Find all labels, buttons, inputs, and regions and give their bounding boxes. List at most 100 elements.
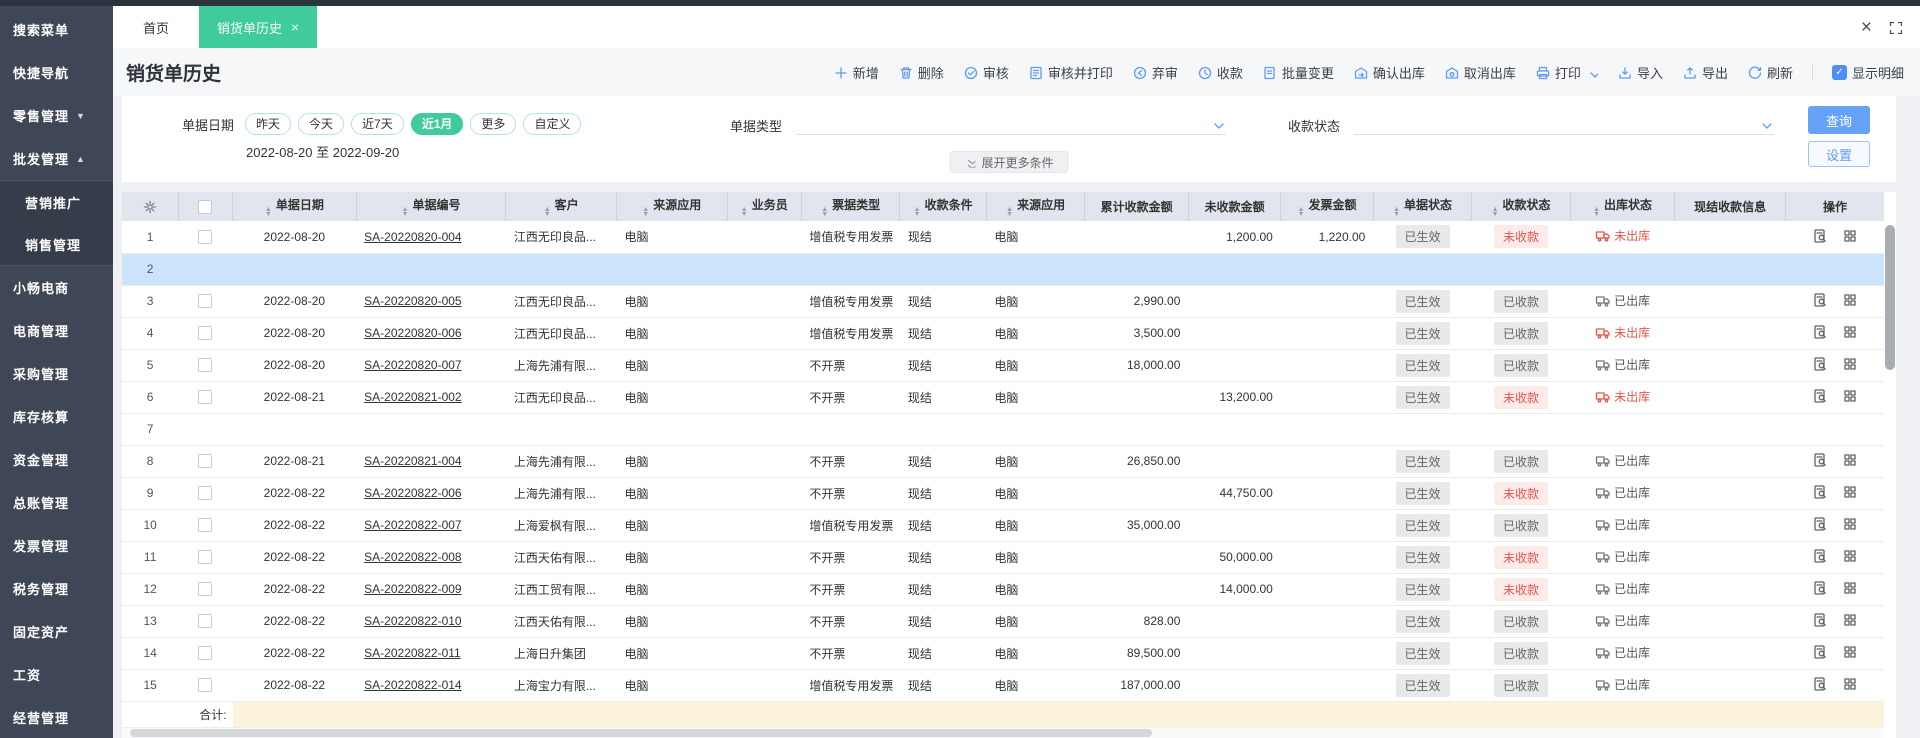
row-checkbox[interactable] [198,518,213,533]
column-header-发票金额[interactable]: ▲ ▼ 发票金额 [1280,192,1374,221]
sort-icon[interactable]: ▲ ▼ [544,206,551,218]
row-checkbox[interactable] [198,326,213,341]
cell-check[interactable] [178,605,233,638]
row-checkbox[interactable] [198,646,213,661]
sidebar-item-销售管理[interactable]: 销售管理 [0,223,113,266]
table-row[interactable]: 4 2022-08-20 SA-20220820-006 江西无印良品... 电脑 增值税… [122,317,1884,350]
row-checkbox[interactable] [198,358,213,373]
sidebar-item-采购管理[interactable]: 采购管理 [0,352,113,395]
doc-number-link[interactable]: SA-20220822-008 [364,550,461,564]
cell-check[interactable] [178,509,233,542]
doc-number-link[interactable]: SA-20220822-014 [364,678,461,692]
grid-actions-icon[interactable] [1842,388,1857,403]
tab-sales-history[interactable]: 销货单历史 × [199,6,318,48]
sidebar-item-小畅电商[interactable]: 小畅电商 [0,266,113,309]
sort-icon[interactable]: ▲ ▼ [741,206,748,218]
toolbar-button-审核[interactable]: 审核 [963,63,1009,82]
column-header-收款条件[interactable]: ▲ ▼ 收款条件 [899,192,987,221]
toolbar-button-确认出库[interactable]: 确认出库 [1353,63,1425,82]
sidebar-item-工资[interactable]: 工资 [0,653,113,696]
fullscreen-icon[interactable] [1888,20,1902,34]
horizontal-scrollbar-thumb[interactable] [130,729,1152,737]
toolbar-button-刷新[interactable]: 刷新 [1747,63,1793,82]
preview-icon[interactable] [1812,484,1827,499]
doc-number-link[interactable]: SA-20220822-006 [364,486,461,500]
horizontal-scrollbar[interactable] [122,727,1884,738]
preview-icon[interactable] [1812,228,1827,243]
row-checkbox[interactable] [198,390,213,405]
preview-icon[interactable] [1812,548,1827,563]
row-checkbox[interactable] [198,550,213,565]
row-checkbox[interactable] [198,582,213,597]
toolbar-button-收款[interactable]: 收款 [1197,63,1243,82]
grid-actions-icon[interactable] [1842,580,1857,595]
gear-icon[interactable] [142,199,157,214]
column-header-gear[interactable] [122,192,179,221]
doc-number-link[interactable]: SA-20220822-009 [364,582,461,596]
table-row[interactable]: 9 2022-08-22 SA-20220822-006 上海先浦有限... 电脑 不开票… [122,477,1884,510]
toolbar-button-导入[interactable]: 导入 [1617,63,1663,82]
sidebar-item-经营管理[interactable]: 经营管理 [0,696,113,738]
sidebar-item-发票管理[interactable]: 发票管理 [0,524,113,567]
doc-number-link[interactable]: SA-20220820-004 [364,230,461,244]
table-row[interactable]: 7 [122,413,1884,446]
doc-number-link[interactable]: SA-20220820-007 [364,358,461,372]
grid-actions-icon[interactable] [1842,452,1857,467]
grid-actions-icon[interactable] [1842,228,1857,243]
cell-check[interactable] [178,285,233,318]
grid-actions-icon[interactable] [1842,292,1857,307]
sort-icon[interactable]: ▲ ▼ [1492,206,1499,218]
column-header-单据日期[interactable]: ▲ ▼ 单据日期 [232,192,357,221]
table-row[interactable]: 5 2022-08-20 SA-20220820-007 上海先浦有限... 电脑 不开票… [122,349,1884,382]
row-checkbox[interactable] [198,678,213,693]
grid-actions-icon[interactable] [1842,644,1857,659]
toolbar-button-新增[interactable]: 新增 [833,63,879,82]
cell-check[interactable] [178,573,233,606]
table-row[interactable]: 3 2022-08-20 SA-20220820-005 江西无印良品... 电脑 增值税… [122,285,1884,318]
sort-icon[interactable]: ▲ ▼ [642,206,649,218]
toolbar-button-批量变更[interactable]: 批量变更 [1262,63,1334,82]
cell-check[interactable] [178,637,233,670]
sidebar-item-资金管理[interactable]: 资金管理 [0,438,113,481]
column-header-客户[interactable]: ▲ ▼ 客户 [505,192,617,221]
cell-check[interactable] [178,413,233,446]
tab-home[interactable]: 首页 [113,6,199,48]
date-pill-近1月[interactable]: 近1月 [410,113,464,135]
vertical-scrollbar[interactable] [1885,223,1895,698]
doc-number-link[interactable]: SA-20220822-007 [364,518,461,532]
date-pill-自定义[interactable]: 自定义 [523,113,582,135]
doc-type-select[interactable] [796,113,1227,135]
sidebar-item-总账管理[interactable]: 总账管理 [0,481,113,524]
table-row[interactable]: 14 2022-08-22 SA-20220822-011 上海日升集团 电脑 不开票 现结… [122,637,1884,670]
date-pill-近7天[interactable]: 近7天 [351,113,404,135]
column-header-出库状态[interactable]: ▲ ▼ 出库状态 [1570,192,1676,221]
column-header-单据编号[interactable]: ▲ ▼ 单据编号 [356,192,507,221]
grid-actions-icon[interactable] [1842,676,1857,691]
doc-number-link[interactable]: SA-20220822-011 [364,646,461,660]
cell-check[interactable] [178,349,233,382]
checkbox-checked-icon[interactable]: ✓ [1831,64,1847,80]
grid-actions-icon[interactable] [1842,548,1857,563]
toolbar-button-打印[interactable]: 打印 [1535,63,1598,82]
cell-check[interactable] [178,669,233,702]
grid-actions-icon[interactable] [1842,356,1857,371]
doc-number-link[interactable]: SA-20220821-004 [364,454,461,468]
sidebar-item-搜索菜单[interactable]: 搜索菜单 [0,8,113,51]
column-header-来源应用[interactable]: ▲ ▼ 来源应用 [616,192,728,221]
sidebar-item-营销推广[interactable]: 营销推广 [0,180,113,223]
sidebar-item-批发管理[interactable]: 批发管理 ▲ [0,137,113,180]
vertical-scrollbar-thumb[interactable] [1885,225,1895,370]
row-checkbox[interactable] [198,614,213,629]
row-checkbox[interactable] [198,486,213,501]
column-header-累计收款金额[interactable]: 累计收款金额 [1084,192,1189,221]
toolbar-button-取消出库[interactable]: 取消出库 [1444,63,1516,82]
toolbar-button-导出[interactable]: 导出 [1682,63,1728,82]
tab-close-icon[interactable]: × [291,20,299,34]
table-row[interactable]: 8 2022-08-21 SA-20220821-004 上海先浦有限... 电脑 不开票… [122,445,1884,478]
preview-icon[interactable] [1812,292,1827,307]
doc-number-link[interactable]: SA-20220822-010 [364,614,461,628]
sort-icon[interactable]: ▲ ▼ [402,206,409,218]
column-header-票据类型[interactable]: ▲ ▼ 票据类型 [801,192,901,221]
select-all-checkbox[interactable] [198,199,213,214]
sort-icon[interactable]: ▲ ▼ [1393,206,1400,218]
